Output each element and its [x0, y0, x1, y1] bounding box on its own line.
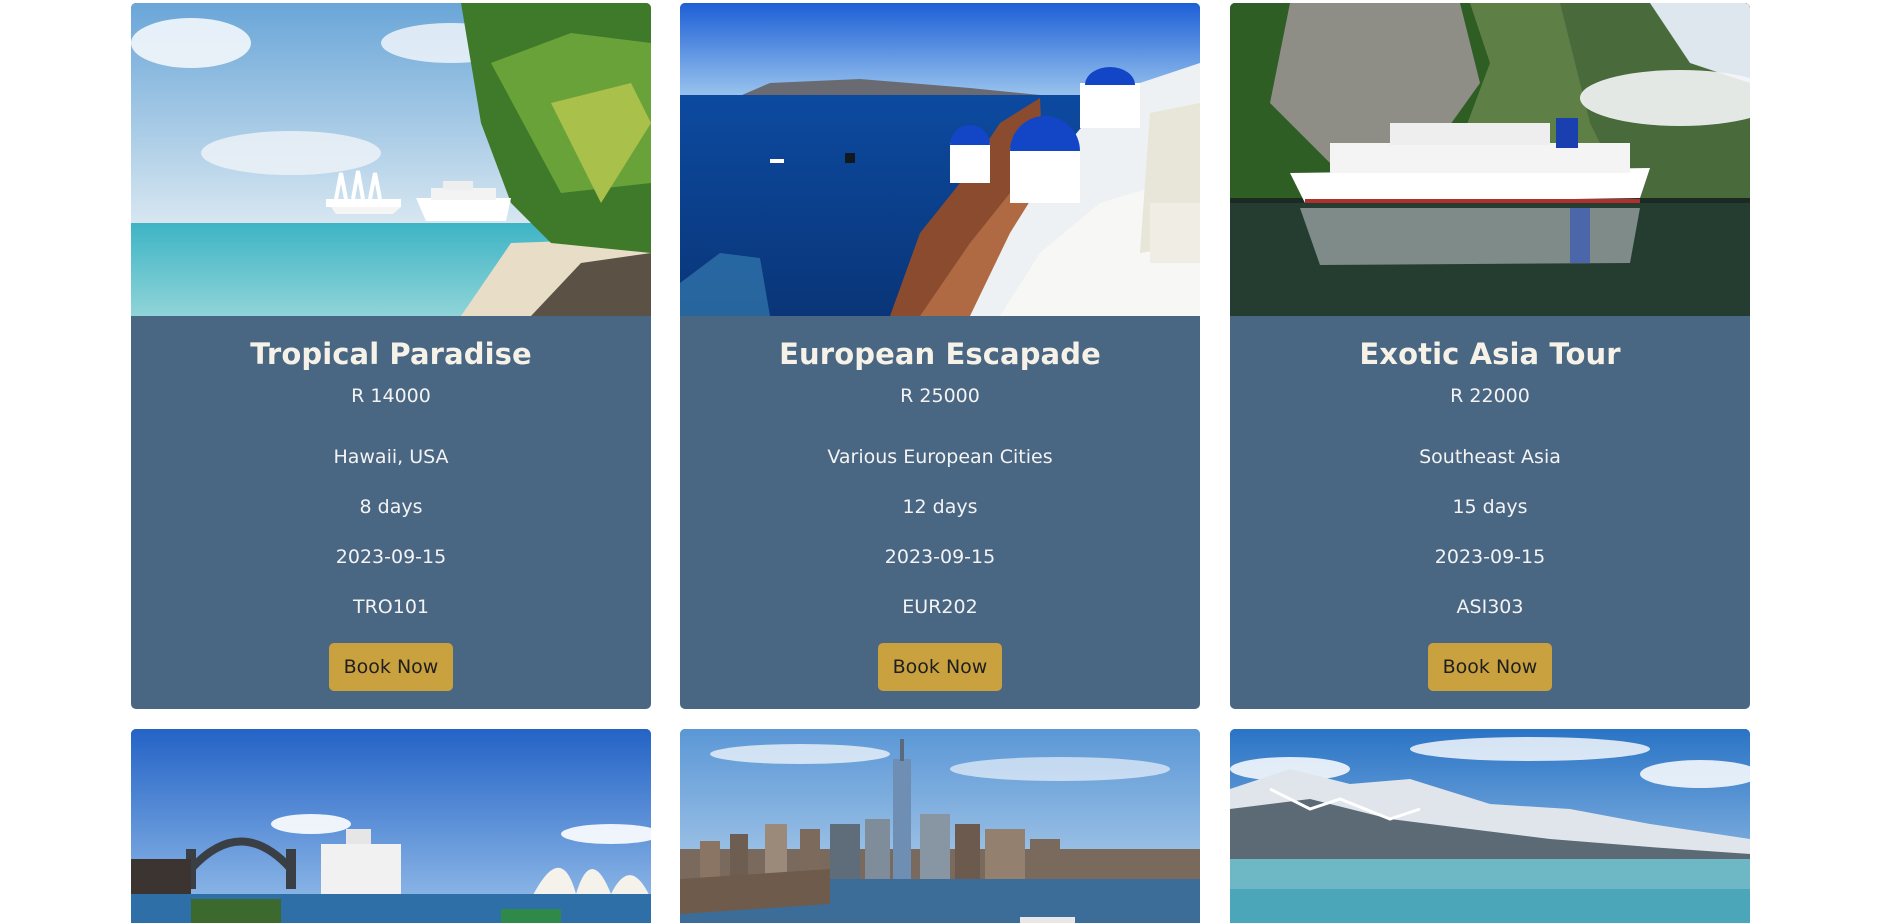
cruise-duration: 8 days	[359, 496, 423, 518]
cruise-location: Various European Cities	[827, 446, 1053, 468]
cruise-image-alaska	[1230, 729, 1750, 923]
cruise-price: R 14000	[351, 385, 431, 407]
cruise-code: EUR202	[902, 596, 978, 618]
cruise-title: Tropical Paradise	[250, 337, 532, 371]
cruise-image-tropical	[131, 3, 651, 316]
cruise-image-asia	[1230, 3, 1750, 316]
cruise-duration: 12 days	[902, 496, 978, 518]
cruise-price: R 25000	[900, 385, 980, 407]
cruise-title: European Escapade	[779, 337, 1101, 371]
book-now-button[interactable]: Book Now	[1427, 643, 1553, 691]
cruise-code: TRO101	[352, 596, 430, 618]
cruise-title: Exotic Asia Tour	[1359, 337, 1621, 371]
book-now-button[interactable]: Book Now	[328, 643, 454, 691]
cruise-card	[1230, 729, 1750, 923]
cruise-card: Tropical Paradise R 14000 Hawaii, USA 8 …	[131, 3, 651, 709]
cruise-card	[131, 729, 651, 923]
cruise-card-body: European Escapade R 25000 Various Europe…	[680, 316, 1200, 691]
cruise-card-body: Exotic Asia Tour R 22000 Southeast Asia …	[1230, 316, 1750, 691]
cruise-card: Exotic Asia Tour R 22000 Southeast Asia …	[1230, 3, 1750, 709]
cruise-departure-date: 2023-09-15	[884, 546, 996, 568]
cruise-card: European Escapade R 25000 Various Europe…	[680, 3, 1200, 709]
cruise-code: ASI303	[1456, 596, 1524, 618]
cruise-location: Hawaii, USA	[333, 446, 449, 468]
cruise-duration: 15 days	[1452, 496, 1528, 518]
cruise-grid: Tropical Paradise R 14000 Hawaii, USA 8 …	[0, 0, 1882, 923]
cruise-image-sydney	[131, 729, 651, 923]
cruise-card	[680, 729, 1200, 923]
cruise-card-body: Tropical Paradise R 14000 Hawaii, USA 8 …	[131, 316, 651, 691]
cruise-location: Southeast Asia	[1419, 446, 1561, 468]
cruise-price: R 22000	[1450, 385, 1530, 407]
cruise-departure-date: 2023-09-15	[335, 546, 447, 568]
cruise-image-european	[680, 3, 1200, 316]
cruise-image-newyork	[680, 729, 1200, 923]
book-now-button[interactable]: Book Now	[877, 643, 1003, 691]
cruise-departure-date: 2023-09-15	[1434, 546, 1546, 568]
